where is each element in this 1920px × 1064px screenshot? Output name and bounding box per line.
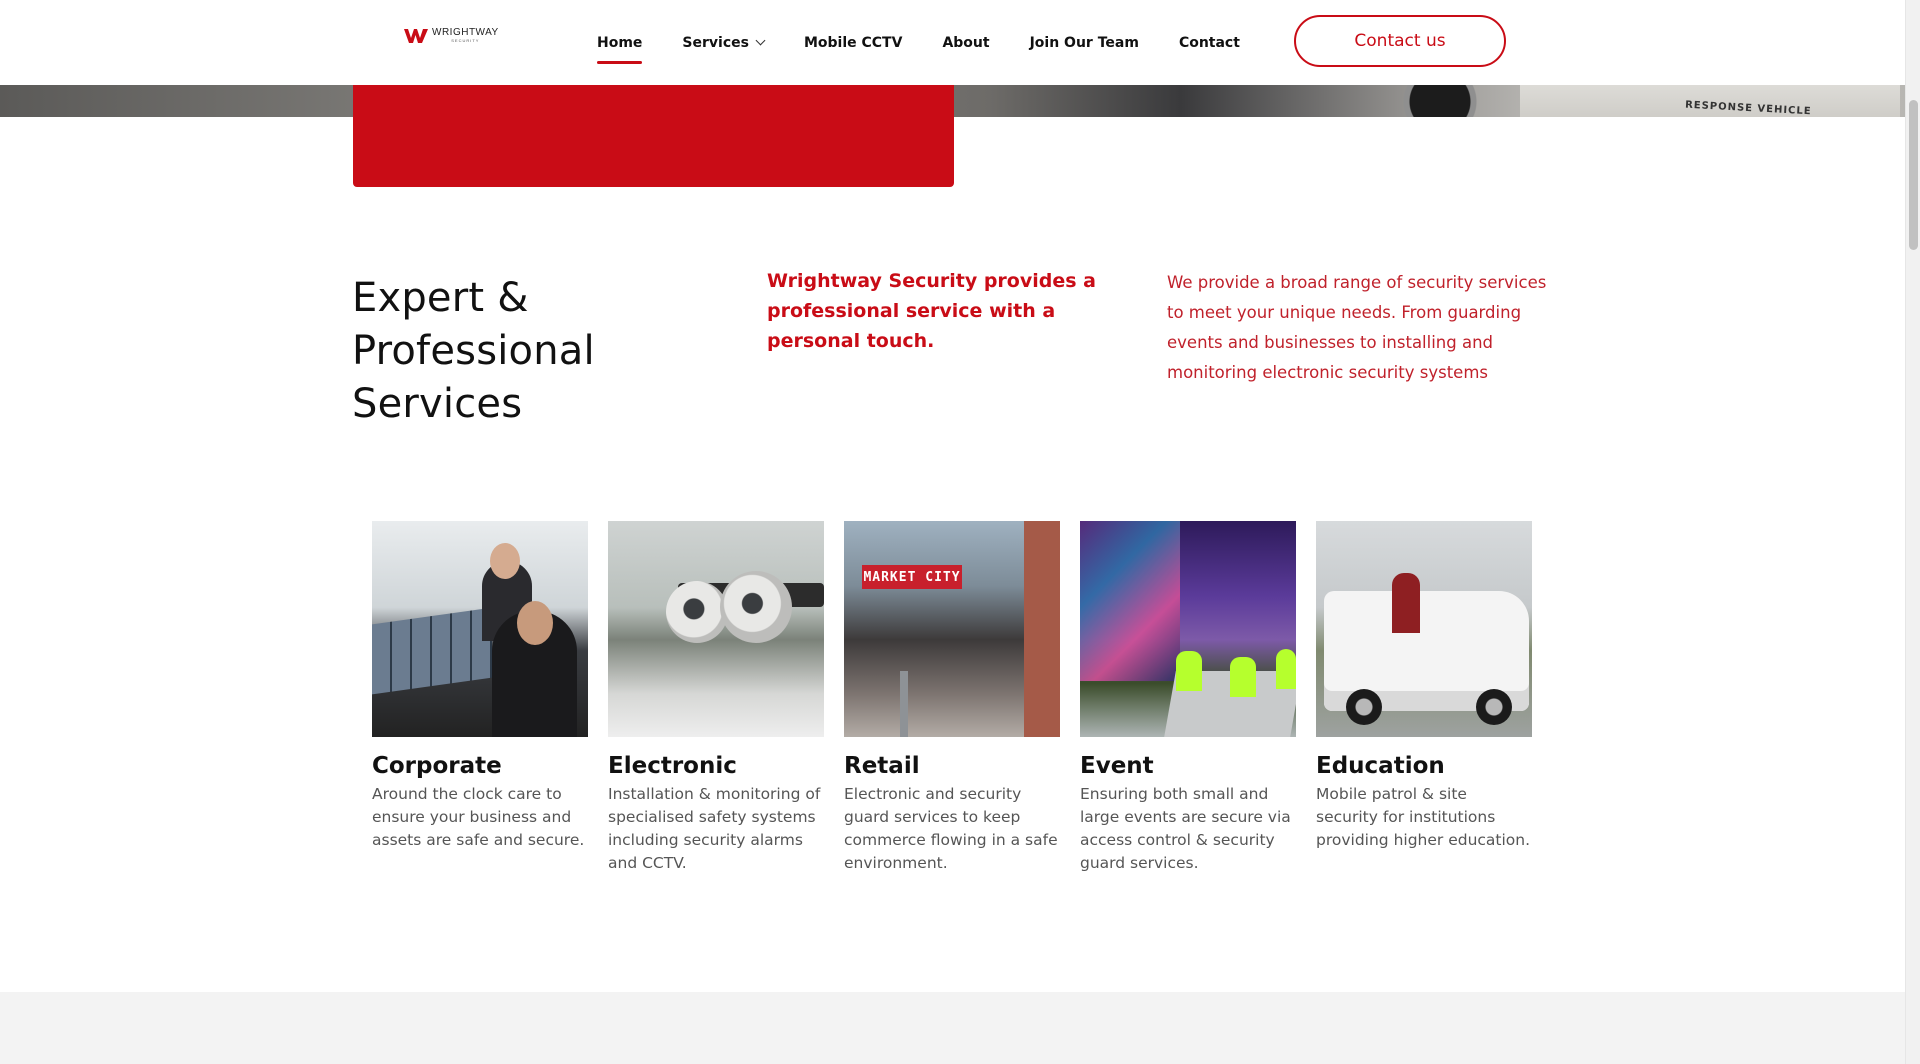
photo-person-head <box>517 601 553 645</box>
photo-wheel <box>1476 689 1512 725</box>
nav-services[interactable]: Services <box>682 34 766 51</box>
service-description: Installation & monitoring of specialised… <box>608 785 821 872</box>
contact-us-button[interactable]: Contact us <box>1294 15 1506 67</box>
photo-brick-wall <box>1024 521 1060 737</box>
cctv-cameras-photo <box>608 521 824 737</box>
service-title: Retail <box>844 753 920 779</box>
photo-guard-vest <box>1276 649 1296 689</box>
market-city-photo: MARKET CITY <box>844 521 1060 737</box>
service-card-education[interactable]: Education Mobile patrol & site security … <box>1316 521 1532 875</box>
site-logo[interactable]: WRIGHTWAY SECURITY <box>404 28 499 43</box>
service-description: Ensuring both small and large events are… <box>1080 785 1291 872</box>
event-stage-photo <box>1080 521 1296 737</box>
service-title: Event <box>1080 753 1154 779</box>
services-grid: Corporate Around the clock care to ensur… <box>372 521 1532 875</box>
page-scrollbar[interactable] <box>1905 0 1920 1064</box>
chevron-down-icon <box>755 35 766 46</box>
section-description: We provide a broad range of security ser… <box>1167 273 1547 382</box>
photo-guard-vest <box>1230 657 1256 697</box>
service-title: Electronic <box>608 753 737 779</box>
photo-person <box>1392 573 1420 633</box>
scrollbar-thumb[interactable] <box>1909 100 1918 250</box>
nav-mobile-cctv[interactable]: Mobile CCTV <box>804 35 902 51</box>
main-menu: Home Services Mobile CCTV About Join Our… <box>597 0 1280 85</box>
service-description: Mobile patrol & site security for instit… <box>1316 785 1531 849</box>
photo-bollard <box>900 671 908 737</box>
service-card-corporate[interactable]: Corporate Around the clock care to ensur… <box>372 521 588 875</box>
top-navigation: WRIGHTWAY SECURITY Home Services Mobile … <box>0 0 1905 85</box>
section-lead: Wrightway Security provides a profession… <box>767 270 1096 352</box>
nav-about-label: About <box>942 34 990 51</box>
photo-person-head <box>490 543 520 579</box>
nav-contact[interactable]: Contact <box>1179 35 1240 51</box>
next-section-band <box>0 992 1905 1064</box>
photo-monitor <box>372 607 492 695</box>
nav-home-label: Home <box>597 34 643 51</box>
corporate-monitoring-photo <box>372 521 588 737</box>
nav-join-our-team-label: Join Our Team <box>1029 34 1139 51</box>
logo-text: WRIGHTWAY <box>432 27 499 38</box>
service-card-electronic[interactable]: Electronic Installation & monitoring of … <box>608 521 824 875</box>
page: RESPONSE VEHICLE WRIGHTWAY SECURITY Home… <box>0 0 1920 1064</box>
photo-camera-dome <box>720 571 792 643</box>
service-description: Around the clock care to ensure your bus… <box>372 785 585 849</box>
patrol-vehicle-photo <box>1316 521 1532 737</box>
nav-contact-label: Contact <box>1178 34 1240 51</box>
photo-wheel <box>1346 689 1382 725</box>
nav-home[interactable]: Home <box>597 34 643 64</box>
nav-mobile-cctv-label: Mobile CCTV <box>803 34 903 51</box>
photo-guard-vest <box>1176 651 1202 691</box>
section-title: Expert & Professional Services <box>352 275 595 427</box>
nav-services-label: Services <box>682 34 749 51</box>
service-title: Corporate <box>372 753 502 779</box>
nav-about[interactable]: About <box>942 35 989 51</box>
logo-subtext: SECURITY <box>451 38 480 43</box>
market-city-sign: MARKET CITY <box>862 565 962 589</box>
nav-join-our-team[interactable]: Join Our Team <box>1030 35 1139 51</box>
service-title: Education <box>1316 753 1445 779</box>
service-card-event[interactable]: Event Ensuring both small and large even… <box>1080 521 1296 875</box>
service-card-retail[interactable]: MARKET CITY Retail Electronic and securi… <box>844 521 1060 875</box>
photo-led-screen <box>1080 521 1180 681</box>
service-description: Electronic and security guard services t… <box>844 785 1058 872</box>
photo-camera-dome <box>666 581 728 643</box>
logo-mark-icon <box>404 28 428 43</box>
